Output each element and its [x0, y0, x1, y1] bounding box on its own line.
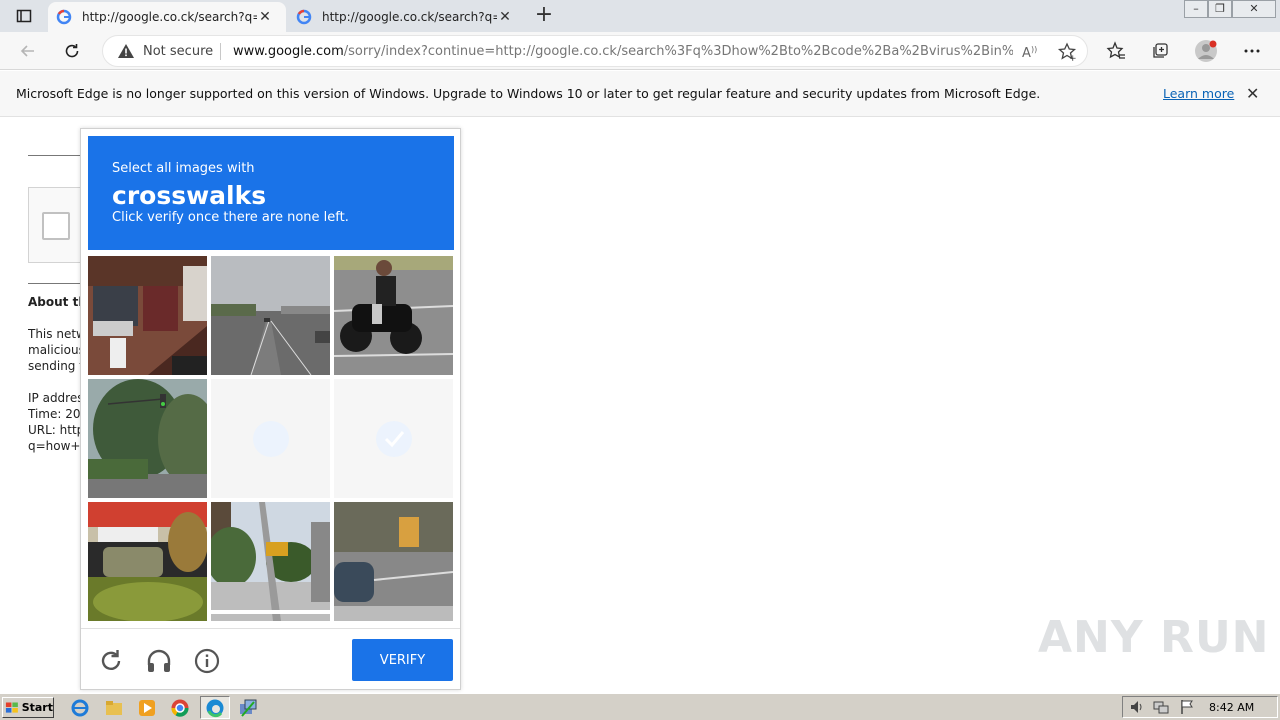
tab-title: http://google.co.ck/search?q=skinsaveapp	[322, 10, 497, 24]
divider	[220, 43, 221, 60]
windows-taskbar: Start 8:42 AM	[0, 693, 1280, 720]
maximize-button[interactable]: ❐	[1208, 0, 1232, 18]
tile-faded[interactable]	[211, 379, 330, 498]
unsupported-os-infobar: Microsoft Edge is no longer supported on…	[0, 71, 1280, 117]
challenge-hint: Click verify once there are none left.	[112, 210, 349, 225]
challenge-header: Select all images with crosswalks Click …	[88, 136, 454, 250]
url-line: URL: http://	[28, 423, 80, 437]
refresh-icon	[65, 44, 79, 58]
refresh-button[interactable]	[60, 39, 84, 63]
more-dots-icon	[1244, 49, 1260, 53]
infobar-message: Microsoft Edge is no longer supported on…	[16, 86, 1041, 101]
tile-street-corner[interactable]	[211, 502, 330, 621]
chrome-icon[interactable]	[170, 698, 190, 718]
start-button[interactable]: Start	[2, 697, 54, 718]
info-paragraph-line: malicious software, a browser plug-in,	[28, 343, 80, 357]
taskbar-clock[interactable]: 8:42 AM	[1209, 701, 1254, 714]
info-paragraph-line: This network has sent automated queries.	[28, 327, 80, 341]
favorites-icon	[1106, 41, 1125, 59]
tile-faded-check[interactable]	[334, 379, 453, 498]
svg-text:+: +	[1069, 54, 1077, 62]
read-aloud-icon[interactable]: A))	[1021, 44, 1039, 60]
ip-address-line: IP address:	[28, 391, 80, 405]
info-icon[interactable]	[193, 647, 221, 675]
close-window-button[interactable]: ✕	[1232, 0, 1276, 18]
tile-highway[interactable]	[211, 256, 330, 375]
edge-taskbar-button[interactable]	[200, 696, 230, 719]
tab-close-icon[interactable]: ✕	[257, 9, 273, 25]
tile-trees-traffic-light[interactable]	[88, 379, 207, 498]
minimize-button[interactable]: –	[1184, 0, 1208, 18]
challenge-instruction: Select all images with	[112, 161, 255, 176]
tab-close-icon[interactable]: ✕	[497, 9, 513, 25]
favorites-button[interactable]	[1104, 39, 1128, 63]
query-line: q=how+to	[28, 439, 80, 453]
tile-street-cars[interactable]	[334, 502, 453, 621]
challenge-target: crosswalks	[112, 181, 267, 210]
settings-more-button[interactable]	[1240, 39, 1264, 63]
google-favicon-icon	[56, 9, 72, 25]
infobar-close-icon[interactable]: ✕	[1246, 84, 1259, 103]
recaptcha-checkbox[interactable]	[42, 212, 70, 240]
add-favorite-icon[interactable]: +	[1057, 42, 1077, 62]
tile-storefront[interactable]	[88, 256, 207, 375]
windows-flag-icon	[5, 701, 18, 713]
action-center-flag-icon[interactable]	[1179, 699, 1195, 715]
challenge-footer: VERIFY	[81, 628, 460, 690]
anyrun-watermark: ANY RUN	[1038, 612, 1270, 663]
url-text[interactable]: www.google.com/sorry/index?continue=http…	[233, 44, 1013, 59]
tab-title: http://google.co.ck/search?q=how+to+code…	[82, 10, 257, 24]
verify-button[interactable]: VERIFY	[352, 639, 453, 681]
url-path: /sorry/index?continue=http://google.co.c…	[343, 44, 1013, 59]
media-player-icon[interactable]	[137, 698, 157, 718]
profile-button[interactable]	[1194, 39, 1218, 63]
audio-headphones-icon[interactable]	[145, 647, 173, 675]
about-heading: About this page	[28, 295, 80, 309]
volume-icon[interactable]	[1129, 699, 1145, 715]
browser-toolbar: Not secure www.google.com/sorry/index?co…	[0, 32, 1280, 70]
url-host: www.google.com	[233, 44, 344, 59]
back-button[interactable]	[16, 39, 40, 63]
network-app-icon[interactable]	[238, 698, 258, 718]
google-favicon-icon	[296, 9, 312, 25]
avatar	[1195, 40, 1217, 62]
start-label: Start	[21, 701, 53, 714]
not-secure-label[interactable]: Not secure	[143, 44, 213, 59]
new-tab-button[interactable]: +	[532, 4, 556, 28]
time-line: Time: 2023	[28, 407, 80, 421]
internet-explorer-icon[interactable]	[70, 698, 90, 718]
tile-parked-cars[interactable]	[88, 502, 207, 621]
tab-google-search-1[interactable]: http://google.co.ck/search?q=how+to+code…	[48, 2, 286, 32]
warning-icon	[118, 44, 134, 58]
network-icon[interactable]	[1153, 699, 1169, 715]
challenge-image-grid	[88, 256, 454, 622]
learn-more-link[interactable]: Learn more	[1163, 86, 1234, 101]
tile-motorcycle[interactable]	[334, 256, 453, 375]
address-bar[interactable]: Not secure www.google.com/sorry/index?co…	[102, 35, 1088, 67]
divider	[28, 155, 88, 156]
system-tray: 8:42 AM	[1122, 696, 1278, 718]
reload-icon[interactable]	[97, 647, 125, 675]
tab-actions-button[interactable]	[8, 4, 40, 28]
collections-icon	[1153, 43, 1168, 58]
folder-icon[interactable]	[104, 698, 124, 718]
browser-titlebar: http://google.co.ck/search?q=how+to+code…	[0, 0, 1280, 32]
back-arrow-icon	[20, 45, 34, 57]
tab-google-search-2[interactable]: http://google.co.ck/search?q=skinsaveapp…	[288, 2, 526, 32]
info-paragraph-line: sending them.	[28, 359, 80, 373]
svg-text:)): ))	[1031, 45, 1037, 54]
tab-actions-icon	[16, 9, 32, 23]
recaptcha-checkbox-box	[28, 187, 88, 263]
divider	[28, 283, 88, 284]
svg-text:A: A	[1022, 46, 1031, 60]
collections-button[interactable]	[1148, 39, 1172, 63]
edge-icon	[206, 699, 224, 718]
recaptcha-challenge: Select all images with crosswalks Click …	[80, 128, 461, 690]
